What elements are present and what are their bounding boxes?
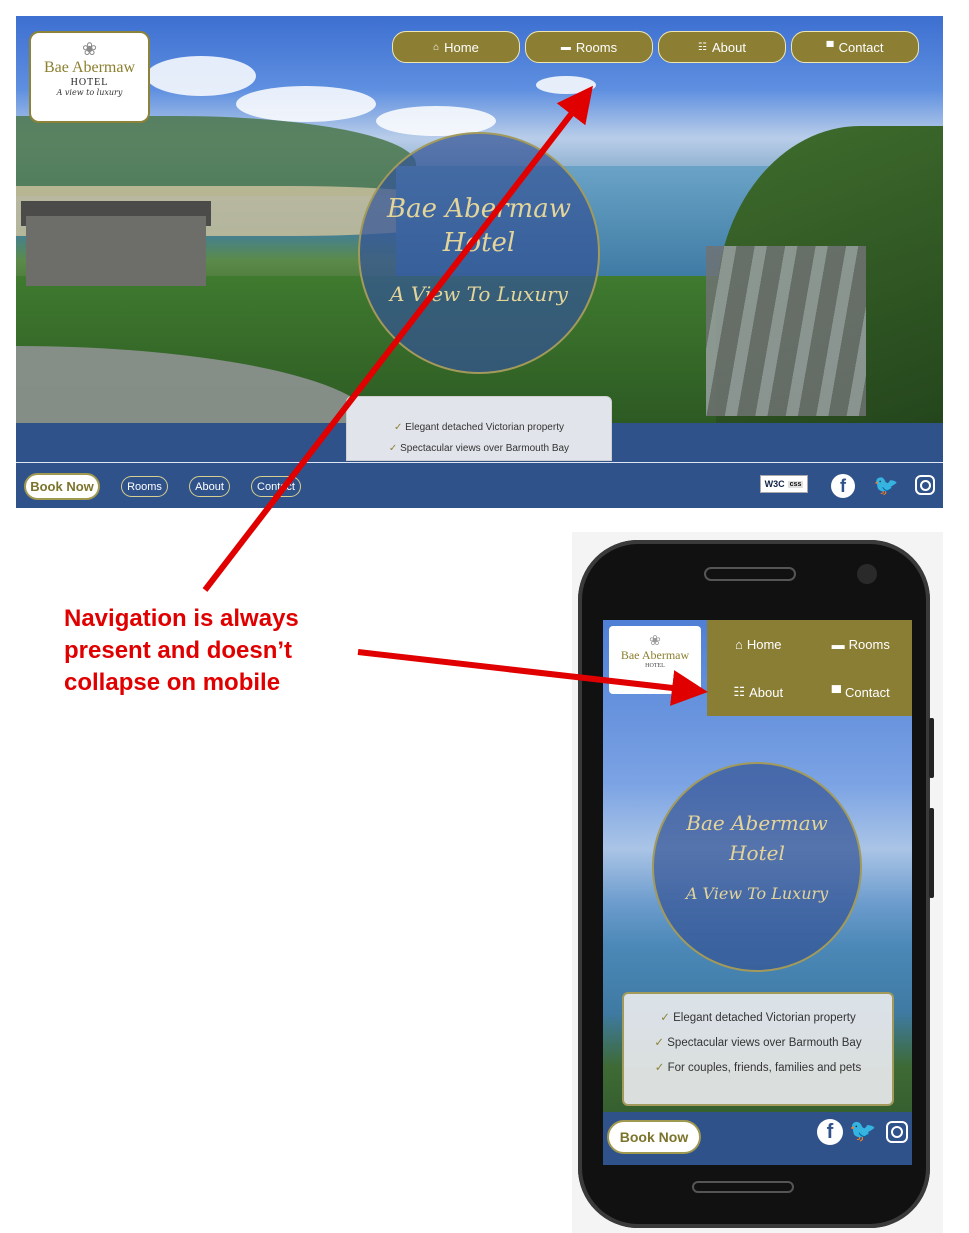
feature-item: ✓ Elegant detached Victorian property [660,1012,856,1024]
hero-title-line1: Bae Abermaw [387,194,571,224]
hotel-logo[interactable]: ❀ Bae Abermaw HOTEL A view to luxury [29,31,150,123]
mobile-logo-subtitle: HOTEL [645,663,665,669]
check-icon: ✓ [660,1012,670,1024]
mobile-nav-rooms[interactable]: ▬ Rooms [810,620,913,668]
speaker-grille [704,567,796,581]
twitter-icon[interactable]: 🐦 [849,1118,876,1144]
mobile-nav-contact[interactable]: ▀ Contact [810,668,913,716]
mobile-screen: ❀ Bae Abermaw HOTEL ⌂ Home ▬ Rooms ☷ Abo… [603,620,912,1165]
footer-link-contact[interactable]: Contact [251,476,301,497]
check-icon: ✓ [654,1037,665,1049]
mobile-hero-title-circle: Bae Abermaw Hotel A View To Luxury [652,762,862,972]
flower-icon: ❀ [649,632,661,648]
book-now-button[interactable]: Book Now [24,473,100,500]
mobile-nav-about[interactable]: ☷ About [707,668,810,716]
check-icon: ✓ [394,422,403,433]
mobile-hero-tagline: A View To Luxury [685,884,829,903]
chat-icon: ▀ [826,41,834,53]
nav-contact-label: Contact [838,39,884,55]
annotation-text: Navigation is always present and doesn’t… [64,605,299,696]
feature-item: ✓ Elegant detached Victorian property [394,422,564,433]
phone-mockup: ❀ Bae Abermaw HOTEL ⌂ Home ▬ Rooms ☷ Abo… [578,540,934,1228]
nav-about-button[interactable]: ☷ About [658,31,786,63]
nav-about-label: About [711,39,746,55]
bed-icon: ▬ [831,636,845,652]
check-icon: ✓ [654,1062,665,1074]
feature-item: ✓ Spectacular views over Barmouth Bay [388,443,570,454]
people-icon: ☷ [698,41,707,53]
twitter-icon[interactable]: 🐦 [874,473,899,497]
mobile-hotel-logo[interactable]: ❀ Bae Abermaw HOTEL [609,626,701,694]
facebook-icon[interactable]: f [831,474,855,498]
flower-icon: ❀ [81,39,98,59]
hero-tagline: A View To Luxury [390,282,568,306]
nav-contact-button[interactable]: ▀ Contact [791,31,919,63]
chat-icon: ▀ [831,684,841,700]
home-icon: ⌂ [433,41,440,53]
logo-name: Bae Abermaw [43,59,136,76]
mobile-footer: Book Now f 🐦 [603,1112,912,1165]
mobile-features-box: ✓ Elegant detached Victorian property ✓ … [622,992,894,1106]
mobile-hero-title-line2: Hotel [729,841,785,865]
nav-home-button[interactable]: ⌂ Home [392,31,520,63]
nav-rooms-label: Rooms [575,39,618,55]
logo-tagline: A view to luxury [56,88,123,97]
footer: Book Now Rooms About Contact W3C css f 🐦 [16,462,943,508]
features-box: ✓ Elegant detached Victorian property ✓ … [346,396,612,461]
people-icon: ☷ [733,684,746,699]
nav-home-label: Home [444,39,479,55]
hero-title-line2: Hotel [442,228,516,258]
hero-title-circle: Bae Abermaw Hotel A View To Luxury [358,132,600,374]
camera-icon [857,564,877,584]
footer-link-about[interactable]: About [189,476,230,497]
main-nav: ⌂ Home ▬ Rooms ☷ About ▀ Contact [392,31,919,63]
instagram-icon[interactable] [915,475,935,495]
nav-rooms-button[interactable]: ▬ Rooms [525,31,653,63]
feature-item: ✓ For couples, friends, families and pet… [654,1062,862,1074]
logo-subtitle: HOTEL [70,77,109,88]
mobile-logo-name: Bae Abermaw [620,648,690,662]
w3c-css-badge[interactable]: W3C css [760,475,808,493]
feature-item: ✓ Spectacular views over Barmouth Bay [654,1037,862,1049]
home-bar [692,1181,794,1193]
bed-icon: ▬ [560,41,571,53]
mobile-book-now-button[interactable]: Book Now [607,1120,701,1154]
mobile-hero-title-line1: Bae Abermaw [686,811,828,835]
check-icon: ✓ [388,443,398,454]
mobile-nav-home[interactable]: ⌂ Home [707,620,810,668]
mobile-nav: ⌂ Home ▬ Rooms ☷ About ▀ Contact [707,620,912,716]
facebook-icon[interactable]: f [817,1119,843,1145]
footer-link-rooms[interactable]: Rooms [121,476,168,497]
instagram-icon[interactable] [886,1121,908,1143]
desktop-screenshot: ❀ Bae Abermaw HOTEL A view to luxury ⌂ H… [16,16,943,508]
home-icon: ⌂ [734,636,743,652]
